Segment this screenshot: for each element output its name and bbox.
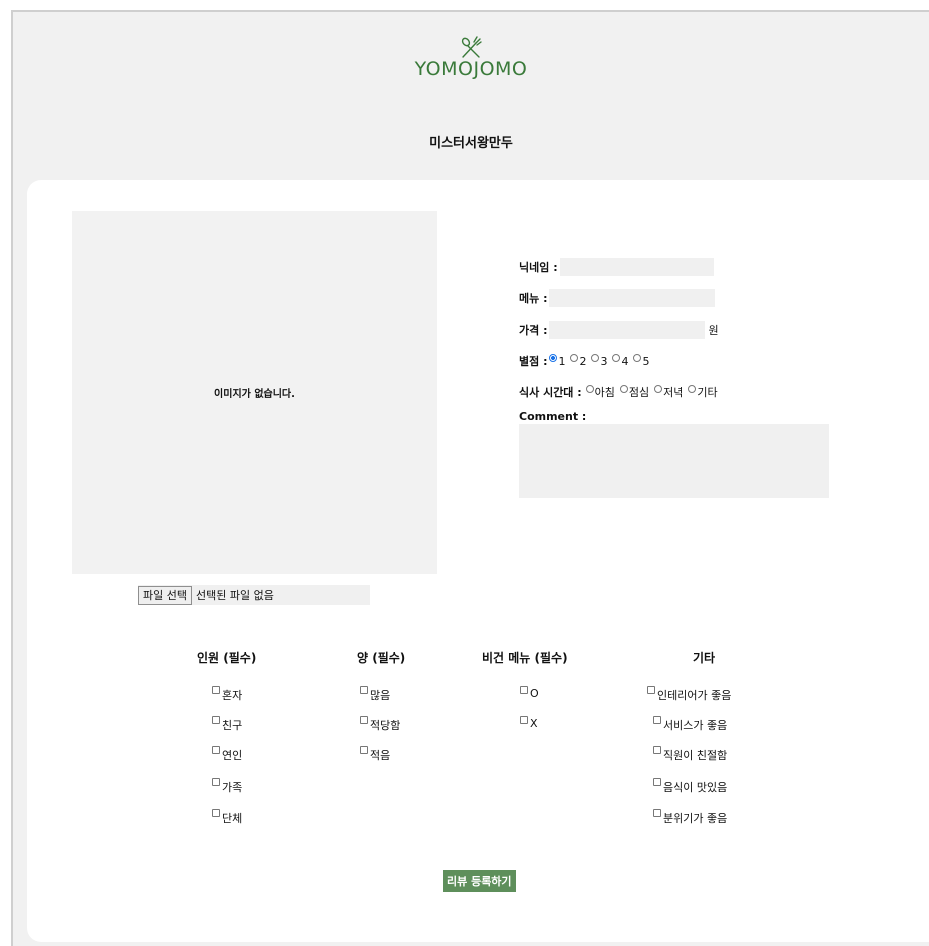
image-placeholder-text: 이미지가 없습니다. [214, 389, 295, 400]
rating-option-1[interactable]: 1 [547, 354, 565, 368]
price-unit: 원 [708, 324, 719, 337]
menu-row: 메뉴 : [519, 289, 716, 307]
rating-radio-3[interactable] [591, 354, 600, 362]
logo-text: YOMOJOMO [414, 58, 528, 80]
rating-radio-1[interactable] [549, 354, 558, 362]
checkbox[interactable] [212, 778, 220, 786]
mealtime-label: 식사 시간대 : [519, 386, 582, 399]
shop-name: 미스터서왕만두 [429, 136, 513, 151]
comment-textarea[interactable] [519, 424, 829, 498]
checkbox[interactable] [212, 686, 220, 694]
people-alone[interactable]: 혼자 [212, 686, 242, 703]
mealtime-option-dinner[interactable]: 저녁 [652, 384, 683, 400]
mealtime-option-breakfast[interactable]: 아침 [584, 384, 615, 400]
mealtime-radio-lunch[interactable] [619, 385, 628, 393]
etc-interior[interactable]: 인테리어가 좋음 [647, 686, 731, 703]
mealtime-row: 식사 시간대 : 아침 점심 저녁 기타 [519, 383, 721, 401]
rating-radio-4[interactable] [612, 354, 621, 362]
rating-label: 별점 : [519, 355, 548, 368]
menu-label: 메뉴 : [519, 292, 548, 305]
file-select-button[interactable]: 파일 선택 [138, 585, 192, 605]
vegan-yes[interactable]: O [520, 686, 539, 700]
price-row: 가격 : 원 [519, 321, 719, 339]
price-label: 가격 : [519, 324, 548, 337]
etc-service[interactable]: 서비스가 좋음 [653, 716, 727, 733]
vegan-no[interactable]: X [520, 716, 538, 730]
people-family[interactable]: 가족 [212, 778, 242, 795]
brand-logo[interactable]: YOMOJOMO [13, 34, 929, 80]
file-input[interactable]: 파일 선택 선택된 파일 없음 [138, 585, 370, 605]
submit-review-button[interactable]: 리뷰 등록하기 [443, 870, 516, 892]
rating-option-2[interactable]: 2 [568, 354, 586, 368]
group-amount-title: 양 (필수) [357, 651, 406, 665]
rating-radio-5[interactable] [633, 354, 642, 362]
review-card: 이미지가 없습니다. 파일 선택 선택된 파일 없음 닉네임 : 메뉴 : 가격… [27, 180, 929, 942]
checkbox[interactable] [653, 778, 661, 786]
rating-option-3[interactable]: 3 [589, 354, 607, 368]
people-group[interactable]: 단체 [212, 809, 242, 826]
checkbox[interactable] [520, 686, 528, 694]
mealtime-radio-breakfast[interactable] [585, 385, 594, 393]
checkbox[interactable] [360, 716, 368, 724]
nickname-row: 닉네임 : [519, 258, 714, 276]
amount-moderate[interactable]: 적당함 [360, 716, 400, 733]
rating-radio-2[interactable] [570, 354, 579, 362]
mealtime-radio-dinner[interactable] [654, 385, 663, 393]
page-frame: YOMOJOMO 미스터서왕만두 이미지가 없습니다. 파일 선택 선택된 파일… [11, 10, 929, 946]
comment-label: Comment : [519, 410, 587, 423]
comment-row: Comment : [519, 410, 586, 423]
people-friend[interactable]: 친구 [212, 716, 242, 733]
etc-mood[interactable]: 분위기가 좋음 [653, 809, 727, 826]
people-couple[interactable]: 연인 [212, 746, 242, 763]
checkbox[interactable] [360, 686, 368, 694]
checkbox[interactable] [360, 746, 368, 754]
checkbox[interactable] [647, 686, 655, 694]
checkbox[interactable] [212, 746, 220, 754]
rating-row: 별점 : 1 2 3 4 5 [519, 352, 652, 370]
nickname-input[interactable] [559, 258, 714, 276]
image-preview: 이미지가 없습니다. [72, 211, 437, 574]
rating-option-5[interactable]: 5 [631, 354, 649, 368]
etc-staff[interactable]: 직원이 친절함 [653, 746, 727, 763]
checkbox[interactable] [653, 716, 661, 724]
mealtime-option-other[interactable]: 기타 [686, 384, 718, 400]
checkbox[interactable] [520, 716, 528, 724]
file-status: 선택된 파일 없음 [195, 589, 274, 602]
mealtime-radio-other[interactable] [688, 385, 697, 393]
checkbox[interactable] [212, 809, 220, 817]
group-people-title: 인원 (필수) [197, 651, 257, 665]
fork-and-spoon-icon [461, 36, 482, 58]
amount-much[interactable]: 많음 [360, 686, 390, 703]
checkbox[interactable] [653, 809, 661, 817]
group-etc-title: 기타 [693, 651, 716, 665]
etc-food[interactable]: 음식이 맛있음 [653, 778, 727, 795]
price-input[interactable] [549, 321, 706, 339]
rating-option-4[interactable]: 4 [610, 354, 628, 368]
nickname-label: 닉네임 : [519, 261, 558, 274]
amount-little[interactable]: 적음 [360, 746, 390, 763]
mealtime-option-lunch[interactable]: 점심 [618, 384, 649, 400]
group-vegan-title: 비건 메뉴 (필수) [482, 651, 568, 665]
menu-input[interactable] [549, 289, 716, 307]
checkbox[interactable] [653, 746, 661, 754]
checkbox[interactable] [212, 716, 220, 724]
